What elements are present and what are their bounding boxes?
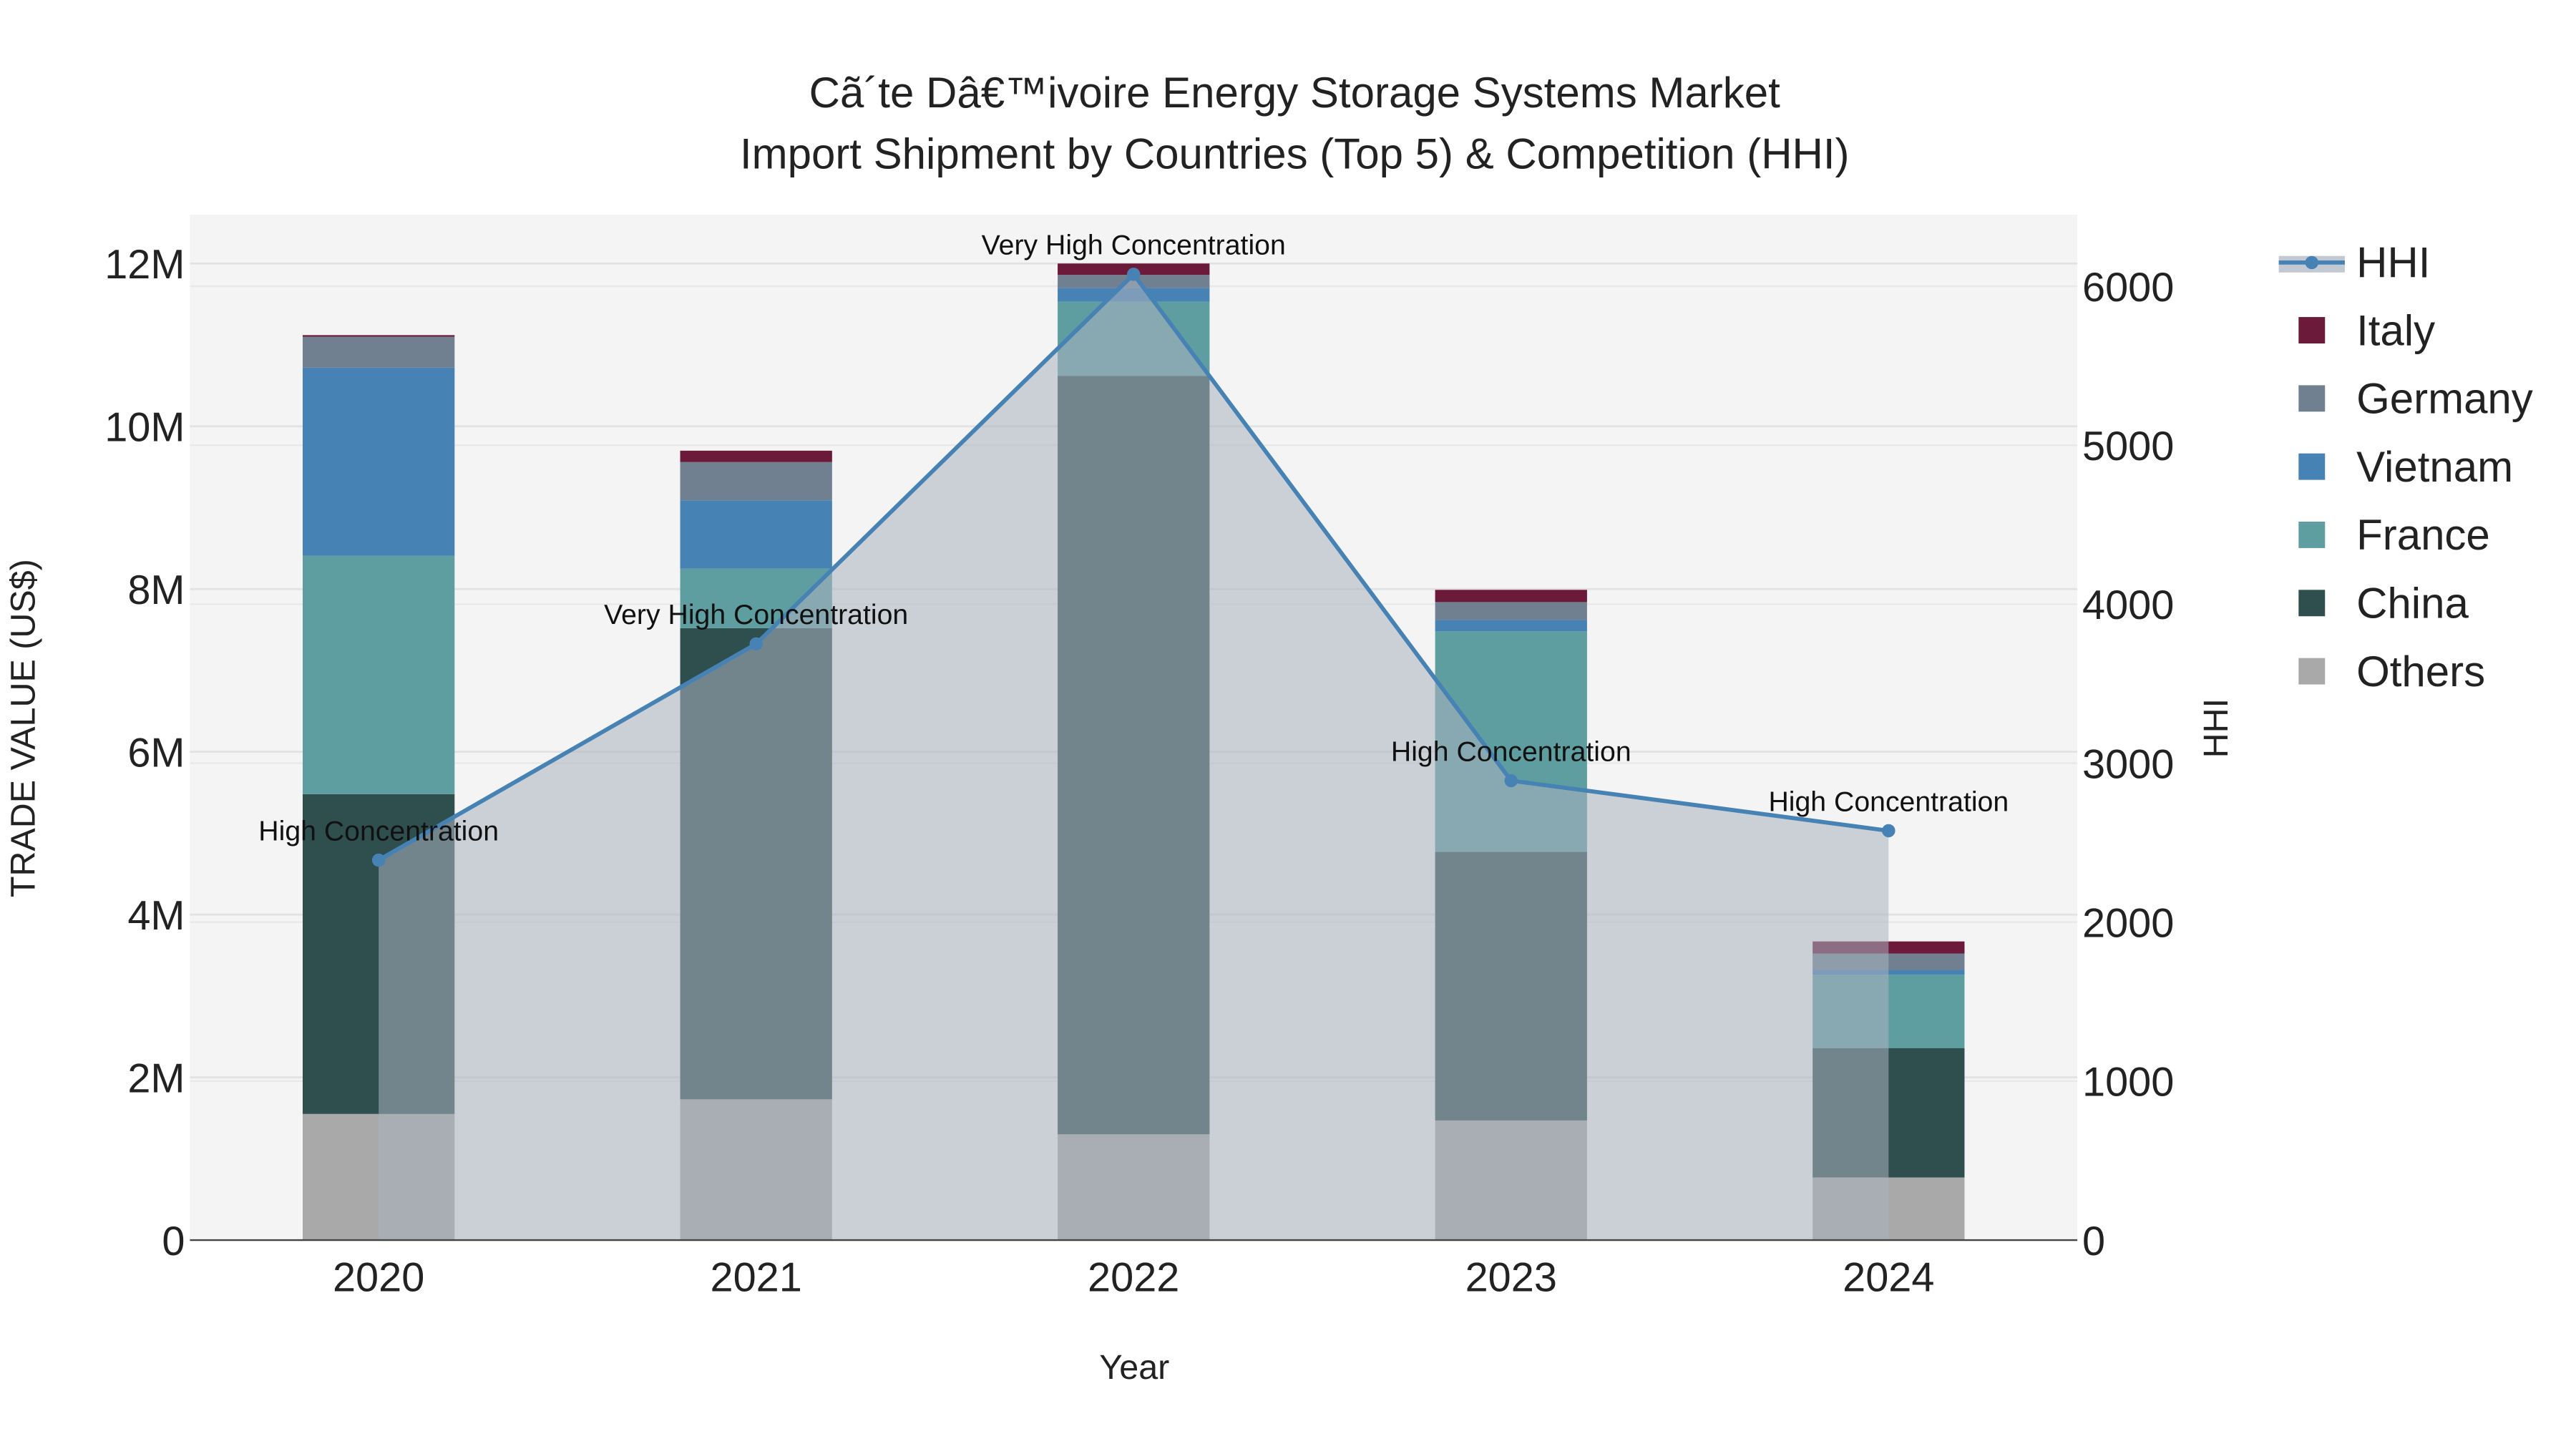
y-tick-label: 10M xyxy=(104,404,185,450)
chart-title: Cã´te Dâ€™ivoire Energy Storage Systems … xyxy=(809,69,1781,117)
bar-vietnam-2020 xyxy=(303,367,455,556)
bar-vietnam-2023 xyxy=(1435,620,1587,632)
x-tick-label: 2022 xyxy=(1088,1255,1179,1301)
legend-label-china: China xyxy=(2356,580,2469,628)
legend-label-france: France xyxy=(2356,511,2490,559)
bar-germany-2021 xyxy=(680,462,832,501)
y2-axis-title: HHI xyxy=(2197,698,2235,758)
hhi-annotation: High Concentration xyxy=(1768,786,2009,817)
hhi-annotation: Very High Concentration xyxy=(982,230,1286,261)
hhi-annotation: High Concentration xyxy=(1391,736,1631,767)
hhi-annotation: High Concentration xyxy=(258,815,499,847)
hhi-annotation: Very High Concentration xyxy=(604,599,908,630)
y-tick-label: 0 xyxy=(162,1219,185,1264)
y2-tick-label: 0 xyxy=(2082,1219,2105,1264)
x-axis-title: Year xyxy=(1099,1348,1169,1387)
y-axis-title: TRADE VALUE (US$) xyxy=(4,559,42,897)
legend-hhi-marker xyxy=(2305,255,2318,270)
y2-tick-label: 5000 xyxy=(2082,424,2174,469)
x-tick-label: 2024 xyxy=(1843,1255,1934,1301)
legend-swatch-italy xyxy=(2298,317,2326,343)
legend-swatch-china xyxy=(2298,590,2326,617)
y-tick-label: 4M xyxy=(127,893,185,939)
hhi-point xyxy=(1127,268,1141,281)
legend-label-italy: Italy xyxy=(2356,306,2435,354)
y2-tick-label: 3000 xyxy=(2082,741,2174,787)
y2-tick-label: 4000 xyxy=(2082,582,2174,628)
legend-label-germany: Germany xyxy=(2356,375,2533,423)
y-tick-label: 2M xyxy=(127,1055,185,1101)
bar-france-2020 xyxy=(303,555,455,794)
hhi-point xyxy=(371,853,386,867)
hhi-point xyxy=(749,637,763,651)
bar-italy-2023 xyxy=(1435,590,1587,602)
bar-italy-2021 xyxy=(680,450,832,462)
legend-swatch-vietnam xyxy=(2298,453,2326,480)
y-tick-label: 12M xyxy=(104,242,185,288)
bar-vietnam-2021 xyxy=(680,500,832,569)
legend-label-vietnam: Vietnam xyxy=(2356,443,2513,491)
y-tick-label: 8M xyxy=(127,567,185,613)
hhi-point xyxy=(1504,774,1518,788)
x-tick-label: 2020 xyxy=(333,1255,424,1301)
legend-swatch-germany xyxy=(2298,385,2326,412)
y2-tick-label: 6000 xyxy=(2082,265,2174,311)
y2-tick-label: 1000 xyxy=(2082,1060,2174,1106)
x-tick-label: 2023 xyxy=(1465,1255,1557,1301)
bar-germany-2020 xyxy=(303,336,455,368)
chart: High Concentration Very High Concentratio… xyxy=(0,0,2576,1449)
legend-label-others: Others xyxy=(2356,648,2485,696)
y-tick-label: 6M xyxy=(127,730,185,776)
legend-swatch-france xyxy=(2298,522,2326,548)
x-tick-label: 2021 xyxy=(711,1255,802,1301)
legend-swatch-others xyxy=(2298,658,2326,685)
legend-label-hhi: HHI xyxy=(2356,239,2430,287)
hhi-point xyxy=(1882,824,1896,838)
chart-subtitle: Import Shipment by Countries (Top 5) & C… xyxy=(740,130,1850,177)
bar-germany-2023 xyxy=(1435,602,1587,620)
y2-tick-label: 2000 xyxy=(2082,900,2174,946)
bar-italy-2020 xyxy=(303,335,455,337)
